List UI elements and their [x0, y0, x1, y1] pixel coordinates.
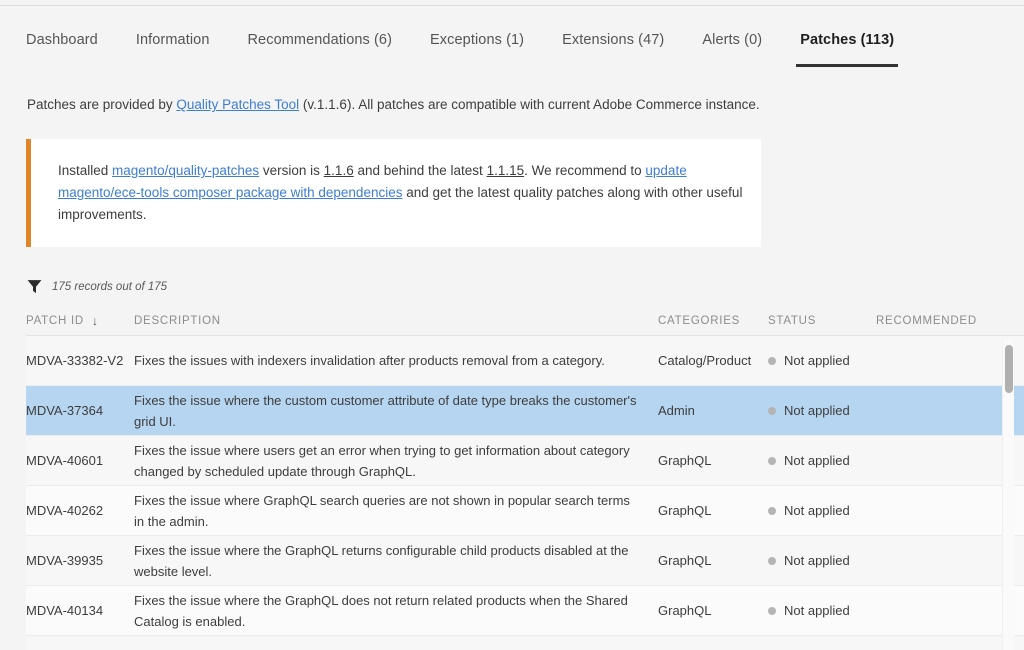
sort-descending-icon: ↓: [91, 314, 99, 328]
cell-description: Fixes the issue where the GraphQL return…: [134, 542, 629, 579]
cell-patch-id: MDVA-40134: [26, 603, 104, 618]
status-label: Not applied: [784, 553, 850, 568]
status-dot-icon: [768, 506, 776, 515]
table-row[interactable]: MDVA-40262 Fixes the issue where GraphQL …: [26, 486, 1024, 536]
cell-status: Not applied: [768, 503, 876, 518]
status-dot-icon: [768, 556, 776, 565]
status-badge: Not applied: [768, 453, 876, 468]
status-label: Not applied: [784, 403, 850, 418]
patches-table: PATCH ID ↓ DESCRIPTION CATEGORIES STATUS …: [26, 307, 1024, 650]
table-row[interactable]: MDVA-37364 Fixes the issue where the cust…: [26, 386, 1024, 436]
magento-quality-patches-link[interactable]: magento/quality-patches: [112, 163, 259, 178]
intro-after: (v.1.1.6). All patches are compatible wi…: [299, 97, 760, 112]
status-badge: Not applied: [768, 403, 876, 418]
cell-description: Fixes the issue where GraphQL search que…: [134, 492, 630, 529]
cell-categories: Catalog/Product: [658, 353, 752, 368]
tab-extensions-47[interactable]: Extensions (47): [562, 26, 664, 64]
column-header-description[interactable]: DESCRIPTION: [134, 315, 658, 327]
column-header-patch-id-label: PATCH ID: [26, 315, 84, 327]
cell-categories: GraphQL: [658, 603, 712, 618]
quality-patches-tool-link[interactable]: Quality Patches Tool: [176, 97, 299, 112]
cell-description: Fixes the issues with indexers invalidat…: [134, 353, 605, 368]
status-badge: Not applied: [768, 603, 876, 618]
installed-version[interactable]: 1.1.6: [324, 163, 354, 178]
records-count: 175 records out of 175: [52, 280, 168, 293]
tab-alerts-0[interactable]: Alerts (0): [702, 26, 762, 64]
tab-recommendations-6[interactable]: Recommendations (6): [247, 26, 392, 64]
table-row[interactable]: MDVA-33382-V2 Fixes the issues with index…: [26, 336, 1024, 386]
vertical-scrollbar-track[interactable]: [1002, 341, 1014, 650]
version-notice-text: Installed magento/quality-patches versio…: [58, 160, 745, 226]
column-header-patch-id[interactable]: PATCH ID ↓: [26, 314, 134, 328]
tab-exceptions-1[interactable]: Exceptions (1): [430, 26, 524, 64]
table-row[interactable]: Fixes the issue where the "Not visible i…: [26, 636, 1024, 650]
cell-status: Not applied: [768, 403, 876, 418]
banner-seg4: . We recommend to: [524, 163, 646, 178]
banner-seg1: Installed: [58, 163, 113, 178]
cell-patch-id: MDVA-40262: [26, 503, 104, 518]
patches-page: Dashboard Information Recommendations (6) E…: [0, 0, 1024, 650]
status-badge: Not applied: [768, 353, 876, 368]
column-header-status[interactable]: STATUS: [768, 315, 876, 327]
tab-bar: Dashboard Information Recommendations (6) E…: [0, 26, 1024, 68]
status-badge: Not applied: [768, 503, 876, 518]
filter-summary: 175 records out of 175: [27, 279, 167, 294]
cell-status: Not applied: [768, 453, 876, 468]
version-notice-banner: Installed magento/quality-patches versio…: [26, 139, 761, 247]
status-dot-icon: [768, 456, 776, 465]
cell-status: Not applied: [768, 553, 876, 568]
status-label: Not applied: [784, 353, 850, 368]
cell-description: Fixes the issue where the custom custome…: [134, 392, 637, 429]
cell-status: Not applied: [768, 353, 876, 368]
cell-categories: GraphQL: [658, 553, 712, 568]
cell-description: Fixes the issue where the GraphQL does n…: [134, 592, 628, 629]
top-divider: [0, 5, 1024, 6]
table-row[interactable]: MDVA-40134 Fixes the issue where the Grap…: [26, 586, 1024, 636]
table-body: MDVA-33382-V2 Fixes the issues with index…: [26, 336, 1024, 650]
status-dot-icon: [768, 356, 776, 365]
table-header-row: PATCH ID ↓ DESCRIPTION CATEGORIES STATUS …: [26, 307, 1024, 336]
cell-categories: GraphQL: [658, 453, 712, 468]
status-label: Not applied: [784, 603, 850, 618]
cell-status: Not applied: [768, 603, 876, 618]
latest-version[interactable]: 1.1.15: [487, 163, 525, 178]
cell-categories: Admin: [658, 403, 695, 418]
status-dot-icon: [768, 606, 776, 615]
intro-before: Patches are provided by: [27, 97, 177, 112]
cell-patch-id: MDVA-37364: [26, 403, 104, 418]
tab-dashboard[interactable]: Dashboard: [26, 26, 98, 64]
funnel-icon[interactable]: [27, 279, 42, 294]
intro-text: Patches are provided by Quality Patches …: [27, 97, 760, 112]
status-dot-icon: [768, 406, 776, 415]
status-label: Not applied: [784, 503, 850, 518]
banner-seg3: and behind the latest: [353, 163, 487, 178]
cell-patch-id: MDVA-40601: [26, 453, 104, 468]
status-badge: Not applied: [768, 553, 876, 568]
cell-categories: GraphQL: [658, 503, 712, 518]
column-header-recommended[interactable]: RECOMMENDED: [876, 315, 1006, 327]
status-label: Not applied: [784, 453, 850, 468]
cell-description: Fixes the issue where users get an error…: [134, 442, 630, 479]
table-row[interactable]: MDVA-39935 Fixes the issue where the Grap…: [26, 536, 1024, 586]
cell-patch-id: MDVA-39935: [26, 553, 104, 568]
vertical-scrollbar-thumb[interactable]: [1005, 345, 1013, 393]
banner-seg2: version is: [259, 163, 324, 178]
tab-patches-113[interactable]: Patches (113): [796, 26, 899, 67]
cell-patch-id: MDVA-33382-V2: [26, 353, 124, 368]
column-header-categories[interactable]: CATEGORIES: [658, 315, 768, 327]
tab-information[interactable]: Information: [136, 26, 210, 64]
table-row[interactable]: MDVA-40601 Fixes the issue where users ge…: [26, 436, 1024, 486]
